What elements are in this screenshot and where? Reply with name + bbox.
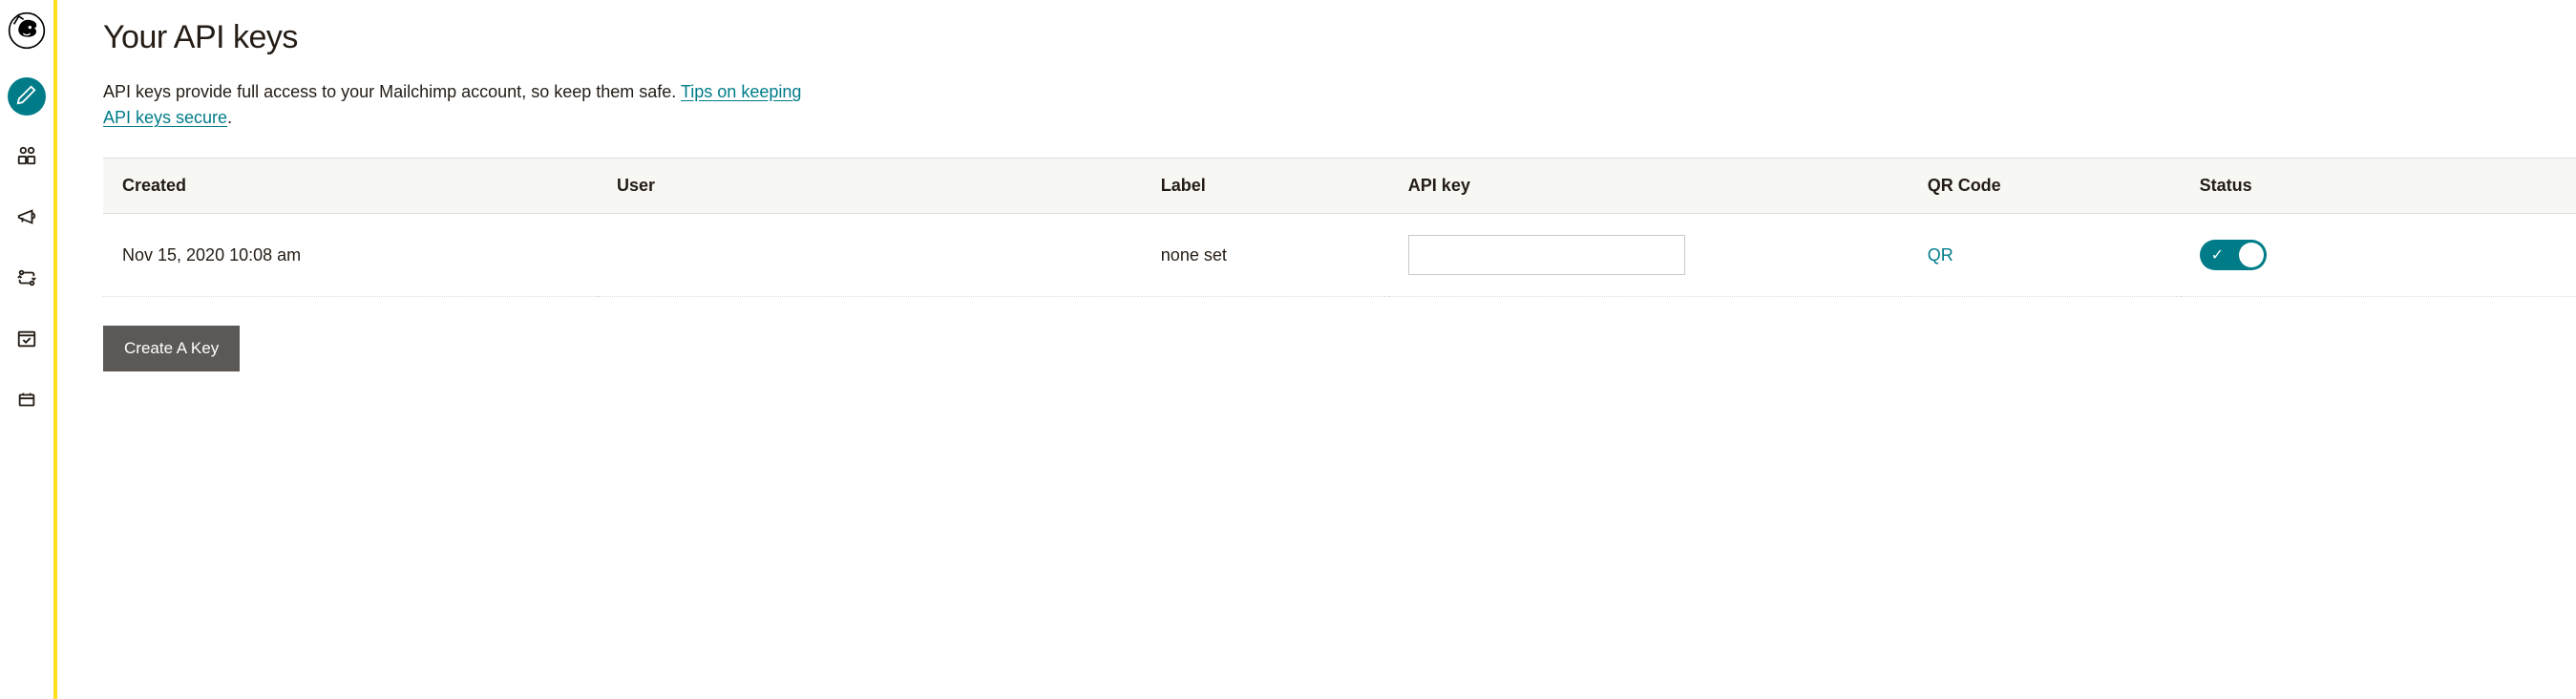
page-title: Your API keys <box>103 19 2576 56</box>
col-header-created: Created <box>103 159 598 214</box>
intro-text-body: API keys provide full access to your Mai… <box>103 82 681 101</box>
col-header-user: User <box>598 159 1142 214</box>
intro-text: API keys provide full access to your Mai… <box>103 79 810 131</box>
col-header-status: Status <box>2181 159 2576 214</box>
col-header-apikey: API key <box>1389 159 1909 214</box>
nav-automations[interactable] <box>8 261 46 299</box>
mailchimp-logo[interactable] <box>8 11 46 54</box>
main-content: Your API keys API keys provide full acce… <box>57 0 2576 699</box>
nav-website[interactable] <box>8 322 46 360</box>
cell-created: Nov 15, 2020 10:08 am <box>103 214 598 297</box>
nav-content[interactable] <box>8 383 46 421</box>
megaphone-icon <box>16 206 37 232</box>
sidebar <box>0 0 57 699</box>
cell-apikey <box>1389 214 1909 297</box>
toggle-knob <box>2239 243 2264 267</box>
check-icon: ✓ <box>2211 245 2224 265</box>
cell-user <box>598 214 1142 297</box>
cell-qr: QR <box>1909 214 2181 297</box>
cell-label: none set <box>1142 214 1389 297</box>
api-key-input[interactable] <box>1408 235 1685 275</box>
cell-status: ✓ <box>2181 214 2576 297</box>
col-header-label: Label <box>1142 159 1389 214</box>
nav-campaigns[interactable] <box>8 200 46 238</box>
status-toggle[interactable]: ✓ <box>2200 240 2267 270</box>
content-icon <box>16 390 37 415</box>
table-row: Nov 15, 2020 10:08 am none set QR ✓ <box>103 214 2576 297</box>
audience-icon <box>16 145 37 171</box>
api-keys-table: Created User Label API key QR Code Statu… <box>103 158 2576 297</box>
table-header-row: Created User Label API key QR Code Statu… <box>103 159 2576 214</box>
nav-audience[interactable] <box>8 138 46 177</box>
automations-icon <box>16 267 37 293</box>
qr-link[interactable]: QR <box>1928 245 1953 265</box>
create-key-button[interactable]: Create A Key <box>103 326 240 371</box>
col-header-qr: QR Code <box>1909 159 2181 214</box>
nav-create[interactable] <box>8 77 46 116</box>
website-icon <box>16 328 37 354</box>
pencil-icon <box>16 84 37 110</box>
intro-period: . <box>227 108 232 127</box>
